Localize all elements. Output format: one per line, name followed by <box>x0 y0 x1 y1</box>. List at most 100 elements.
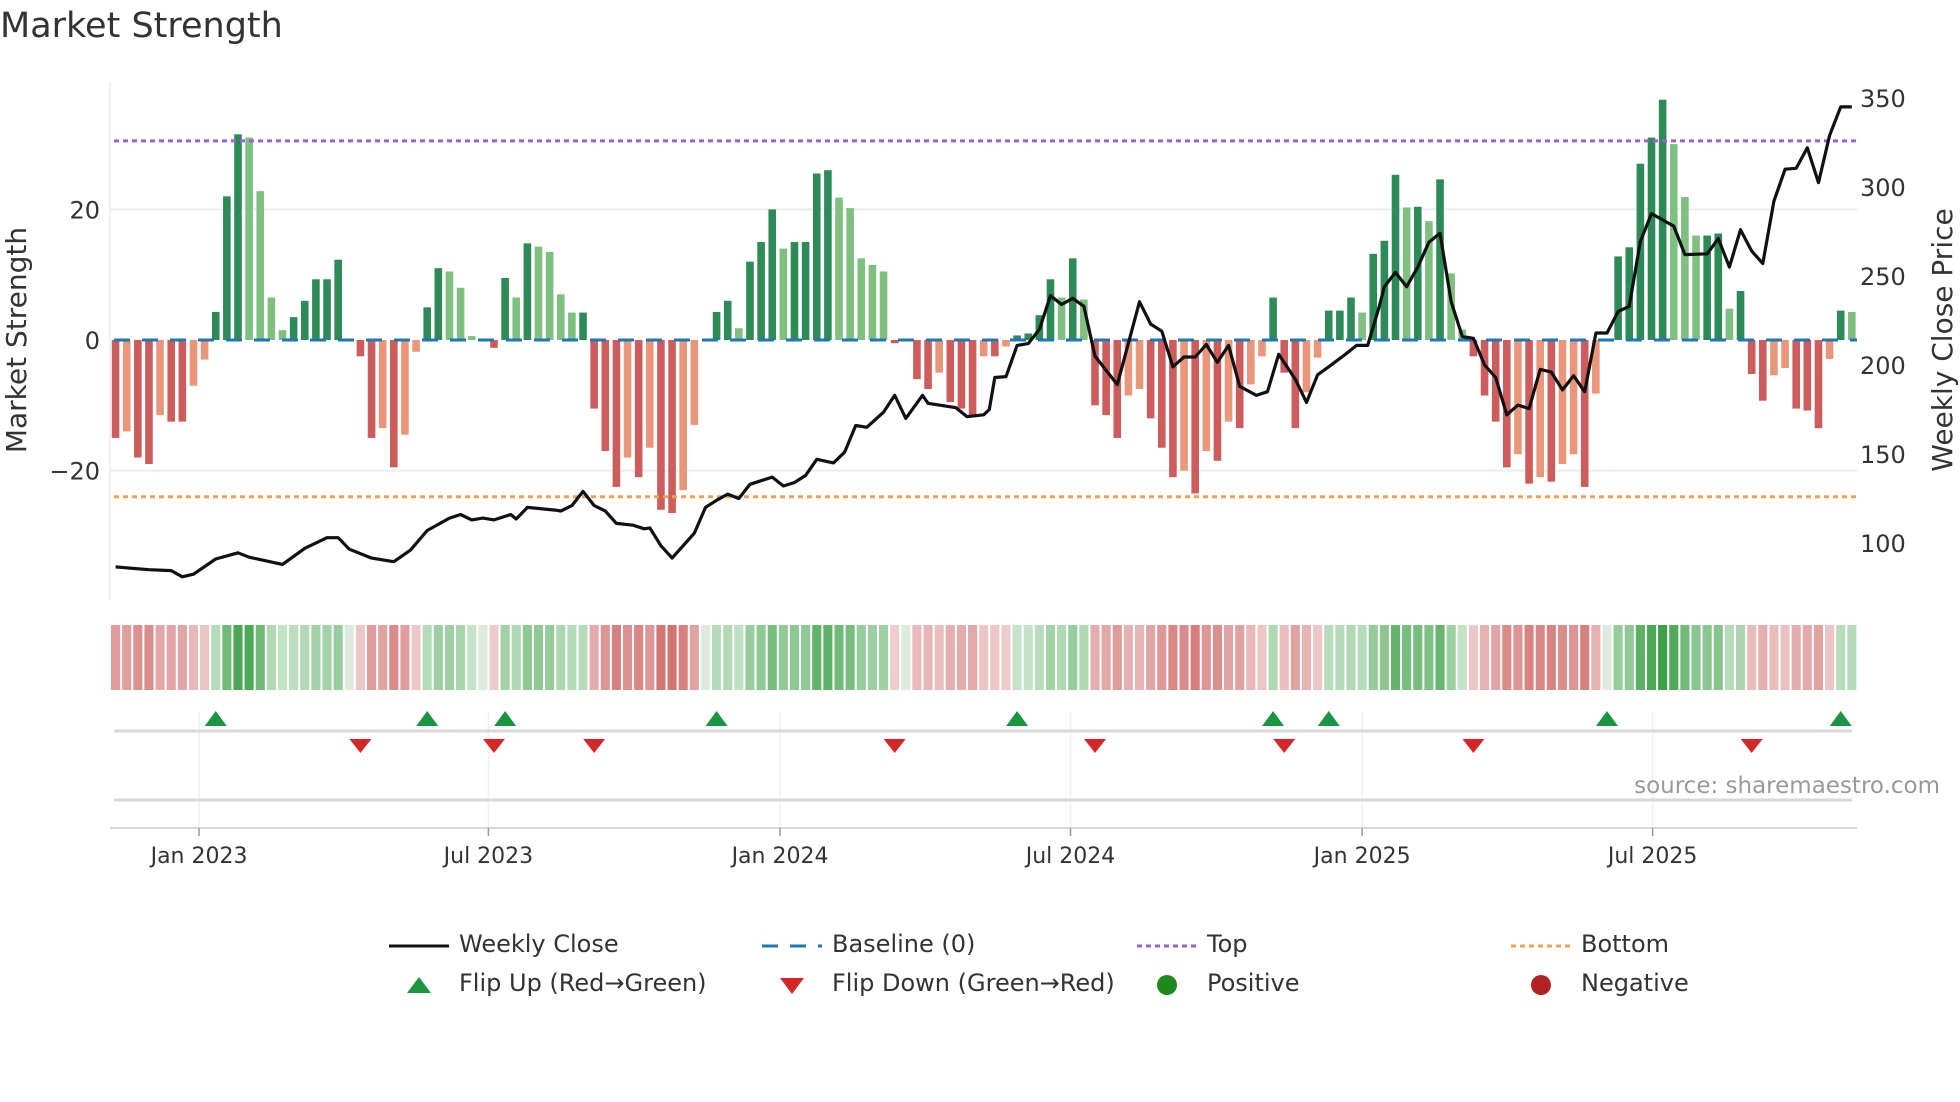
heat-strip-cell <box>723 625 733 690</box>
source-credit: source: sharemaestro.com <box>1634 773 1940 799</box>
heat-strip-cell <box>1669 625 1679 690</box>
strength-bar <box>1681 196 1689 340</box>
strength-bar <box>367 340 376 438</box>
strength-bar <box>679 340 687 491</box>
legend-label: Positive <box>1207 969 1300 997</box>
heat-strip-cell <box>1624 625 1634 690</box>
strength-bar <box>1558 340 1567 465</box>
strength-bar <box>1113 340 1122 438</box>
heat-strip-cell <box>979 625 989 690</box>
heat-strip-cell <box>1424 625 1434 690</box>
heat-strip-cell <box>600 625 610 690</box>
strength-bar <box>890 340 899 344</box>
legend-label: Flip Down (Green→Red) <box>832 969 1115 997</box>
heat-strip-cell <box>489 625 499 690</box>
strength-bar <box>256 191 265 340</box>
strength-bar <box>1736 291 1745 340</box>
strength-bar <box>1358 312 1366 340</box>
heat-strip-cell <box>1246 625 1256 690</box>
legend-item-positive: Positive <box>1137 969 1300 997</box>
heat-strip-cell <box>678 625 688 690</box>
heat-strip-cell <box>355 625 365 690</box>
heat-strip-cell <box>1134 625 1145 690</box>
strength-bar <box>1614 256 1622 340</box>
legend-item-baseline: Baseline (0) <box>762 930 975 958</box>
strength-bar <box>612 340 621 487</box>
heat-strip-cell <box>1402 625 1412 690</box>
flip-down-marker <box>1740 739 1763 753</box>
heat-strip-cell <box>244 625 254 690</box>
heat-strip-cell <box>1179 625 1189 690</box>
heat-strip-cell <box>834 625 844 690</box>
heat-strip-cell <box>1335 625 1345 690</box>
strength-bar <box>145 340 153 465</box>
heat-strip-cell <box>188 625 199 690</box>
legend-item-top: Top <box>1137 930 1248 958</box>
heat-strip-cell <box>1524 625 1534 690</box>
heat-strip-cell <box>1802 625 1812 690</box>
y2-tick-label: 250 <box>1860 263 1906 291</box>
heat-strip-cell <box>456 625 466 690</box>
y-tick-label: 0 <box>85 327 100 355</box>
strength-bar <box>1046 279 1055 340</box>
strength-bar <box>968 340 977 416</box>
heat-strip-cell <box>1735 625 1746 690</box>
heat-strip-cell <box>155 625 165 690</box>
strength-bar <box>1836 310 1845 340</box>
heat-strip-cell <box>1847 625 1857 690</box>
heat-strip-cell <box>1313 625 1323 690</box>
strength-bar <box>1135 340 1144 389</box>
heat-strip-cell <box>500 625 510 690</box>
heat-strip-cell <box>1658 625 1668 690</box>
flip-up-marker <box>1006 711 1029 726</box>
y-tick-label: −20 <box>49 458 100 486</box>
heat-strip-cell <box>1357 625 1367 690</box>
strength-bar <box>746 261 754 340</box>
heat-strip-cell <box>1502 625 1512 690</box>
strength-bar <box>423 307 432 340</box>
heat-strip-cell <box>389 625 399 690</box>
heat-strip-cell <box>1079 625 1089 690</box>
strength-bar <box>1547 340 1556 482</box>
heat-strip-cell <box>1479 625 1490 690</box>
strength-bar <box>1848 311 1856 340</box>
heat-strip-cell <box>1279 625 1289 690</box>
flip-up-marker <box>705 711 728 726</box>
heat-strip-cell <box>311 625 321 690</box>
flip-up-marker <box>1262 711 1285 726</box>
heat-strip-cell <box>289 625 299 690</box>
heat-strip-cell <box>689 625 699 690</box>
heat-strip-cell <box>923 625 933 690</box>
heat-strip-cell <box>1435 625 1445 690</box>
y2-tick-label: 200 <box>1860 352 1906 380</box>
heat-strip-cell <box>1557 625 1568 690</box>
strength-bar <box>1569 340 1578 455</box>
strength-bar <box>189 340 198 386</box>
strength-bar <box>835 197 843 340</box>
heat-strip-cell <box>1591 625 1601 690</box>
triangle-up-icon <box>389 973 449 993</box>
heat-strip-cell <box>422 625 432 690</box>
green-dot-icon <box>1137 973 1197 995</box>
strength-bar <box>1002 340 1010 347</box>
strength-bar <box>267 297 276 340</box>
flip-up-marker <box>1595 711 1618 726</box>
red-dot-icon <box>1511 973 1571 995</box>
heat-strip-cell <box>968 625 978 690</box>
flip-up-marker <box>416 711 439 726</box>
strength-bar <box>334 259 342 340</box>
strength-bar <box>868 264 877 340</box>
heat-strip-cell <box>1702 625 1712 690</box>
strength-bar <box>879 271 888 340</box>
strength-bar <box>846 208 854 340</box>
strength-bar <box>991 340 999 357</box>
strength-bar <box>646 340 654 448</box>
strength-bar <box>1191 340 1199 494</box>
heat-strip-cell <box>778 625 788 690</box>
strength-bar <box>946 340 955 403</box>
heat-strip-cell <box>934 625 944 690</box>
heat-strip-cell <box>645 625 655 690</box>
heat-strip-cell <box>478 625 488 690</box>
strength-bar <box>668 340 676 514</box>
heat-strip-cell <box>1580 625 1590 690</box>
